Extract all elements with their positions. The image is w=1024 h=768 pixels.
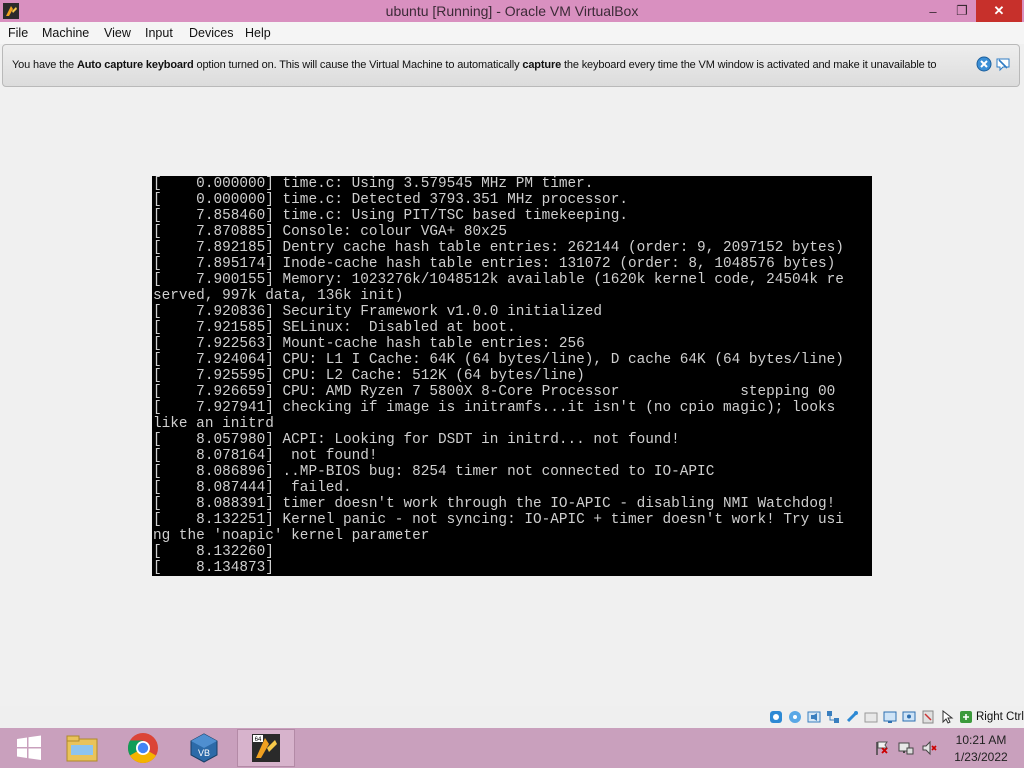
console-line: [ 7.900155] Memory: 1023276k/1048512k av… bbox=[153, 272, 844, 288]
virtualbox-vm-button[interactable]: 64 bbox=[237, 729, 295, 767]
console-line: ng the 'noapic' kernel parameter bbox=[153, 528, 430, 544]
network-icon[interactable] bbox=[826, 710, 840, 724]
file-explorer-icon bbox=[66, 735, 98, 762]
notification-text-part: option turned on. This will cause the Vi… bbox=[193, 59, 523, 71]
volume-muted-icon[interactable] bbox=[921, 740, 937, 756]
shared-folders-icon[interactable] bbox=[864, 710, 878, 724]
clock-date: 1/23/2022 bbox=[954, 750, 1008, 764]
console-line: [ 8.132260] bbox=[153, 544, 274, 560]
menu-bar: File Machine View Input Devices Help bbox=[0, 22, 1024, 44]
console-line: [ 8.134873] bbox=[153, 560, 274, 576]
auto-capture-notification: You have the Auto capture keyboard optio… bbox=[2, 44, 1020, 87]
taskbar-clock[interactable]: 10:21 AM 1/23/2022 bbox=[952, 732, 1010, 766]
mouse-integration-icon[interactable] bbox=[940, 710, 954, 724]
console-line: like an initrd bbox=[153, 416, 274, 432]
optical-drive-icon[interactable] bbox=[788, 710, 802, 724]
usb-icon[interactable] bbox=[845, 710, 859, 724]
close-button[interactable]: ✕ bbox=[976, 0, 1022, 22]
console-line: [ 7.925595] CPU: L2 Cache: 512K (64 byte… bbox=[153, 368, 585, 384]
clock-time: 10:21 AM bbox=[955, 733, 1007, 747]
menu-input[interactable]: Input bbox=[145, 26, 173, 40]
video-capture-icon[interactable] bbox=[902, 710, 916, 724]
console-line: [ 7.927941] checking if image is initram… bbox=[153, 400, 836, 416]
do-not-show-again-icon[interactable] bbox=[995, 56, 1011, 72]
maximize-button[interactable]: ❐ bbox=[948, 0, 976, 22]
audio-icon[interactable] bbox=[807, 710, 821, 724]
action-center-flag-icon[interactable] bbox=[874, 740, 890, 756]
menu-devices[interactable]: Devices bbox=[189, 26, 233, 40]
virtualbox-manager-icon: VB bbox=[190, 733, 218, 763]
console-line: [ 7.921585] SELinux: Disabled at boot. bbox=[153, 320, 516, 336]
menu-help[interactable]: Help bbox=[245, 26, 271, 40]
notification-text-part: You have the bbox=[12, 59, 77, 71]
console-line: [ 7.870885] Console: colour VGA+ 80x25 bbox=[153, 224, 508, 240]
cpu-icon[interactable] bbox=[921, 710, 935, 724]
console-line: [ 7.924064] CPU: L1 I Cache: 64K (64 byt… bbox=[153, 352, 844, 368]
close-banner-icon[interactable] bbox=[976, 56, 992, 72]
console-line: [ 0.000000] time.c: Detected 3793.351 MH… bbox=[153, 192, 628, 208]
console-line: [ 7.858460] time.c: Using PIT/TSC based … bbox=[153, 208, 628, 224]
svg-text:64: 64 bbox=[255, 737, 262, 743]
hard-disk-icon[interactable] bbox=[769, 710, 783, 724]
virtualbox-vm-icon: 64 bbox=[252, 734, 280, 762]
console-line: [ 8.132251] Kernel panic - not syncing: … bbox=[153, 512, 844, 528]
notification-bold-term: capture bbox=[522, 59, 562, 71]
display-icon[interactable] bbox=[883, 710, 897, 724]
keyboard-capture-icon[interactable] bbox=[959, 710, 973, 724]
console-line: [ 8.088391] timer doesn't work through t… bbox=[153, 496, 836, 512]
console-line: [ 7.922563] Mount-cache hash table entri… bbox=[153, 336, 585, 352]
console-line: [ 7.892185] Dentry cache hash table entr… bbox=[153, 240, 844, 256]
console-line: [ 8.057980] ACPI: Looking for DSDT in in… bbox=[153, 432, 680, 448]
svg-text:VB: VB bbox=[198, 748, 210, 758]
window-title: ubuntu [Running] - Oracle VM VirtualBox bbox=[385, 3, 639, 19]
console-line: [ 8.078164] not found! bbox=[153, 448, 378, 464]
notification-bold-term: Auto capture keyboard bbox=[76, 59, 194, 71]
minimize-button[interactable]: – bbox=[918, 0, 948, 22]
console-line: [ 8.087444] failed. bbox=[153, 480, 352, 496]
console-line: [ 0.000000] time.c: Using 3.579545 MHz P… bbox=[153, 176, 594, 192]
console-output: [ 0.000000] time.c: Using 3.579545 MHz P… bbox=[152, 176, 872, 576]
menu-machine[interactable]: Machine bbox=[42, 26, 89, 40]
notification-text: You have the Auto capture keyboard optio… bbox=[12, 59, 937, 71]
host-key-label: Right Ctrl bbox=[976, 711, 1024, 723]
network-tray-icon[interactable] bbox=[898, 740, 914, 756]
notification-text-part: the keyboard every time the VM window is… bbox=[561, 59, 937, 71]
console-line: served, 997k data, 136k init) bbox=[153, 288, 404, 304]
chrome-button[interactable] bbox=[114, 729, 172, 767]
menu-file[interactable]: File bbox=[8, 26, 28, 40]
start-button[interactable] bbox=[0, 729, 58, 767]
file-explorer-button[interactable] bbox=[53, 729, 111, 767]
vm-console-screen[interactable]: [ 0.000000] time.c: Using 3.579545 MHz P… bbox=[152, 176, 872, 576]
console-line: [ 7.895174] Inode-cache hash table entri… bbox=[153, 256, 836, 272]
chrome-icon bbox=[127, 733, 158, 764]
windows-logo-icon bbox=[17, 735, 41, 760]
console-line: [ 8.086896] ..MP-BIOS bug: 8254 timer no… bbox=[153, 464, 715, 480]
console-line: [ 7.920836] Security Framework v1.0.0 in… bbox=[153, 304, 603, 320]
window-title-bar[interactable]: ubuntu [Running] - Oracle VM VirtualBox … bbox=[0, 0, 1024, 22]
menu-view[interactable]: View bbox=[104, 26, 131, 40]
console-line: [ 7.926659] CPU: AMD Ryzen 7 5800X 8-Cor… bbox=[153, 384, 836, 400]
virtualbox-manager-button[interactable]: VB bbox=[175, 729, 233, 767]
